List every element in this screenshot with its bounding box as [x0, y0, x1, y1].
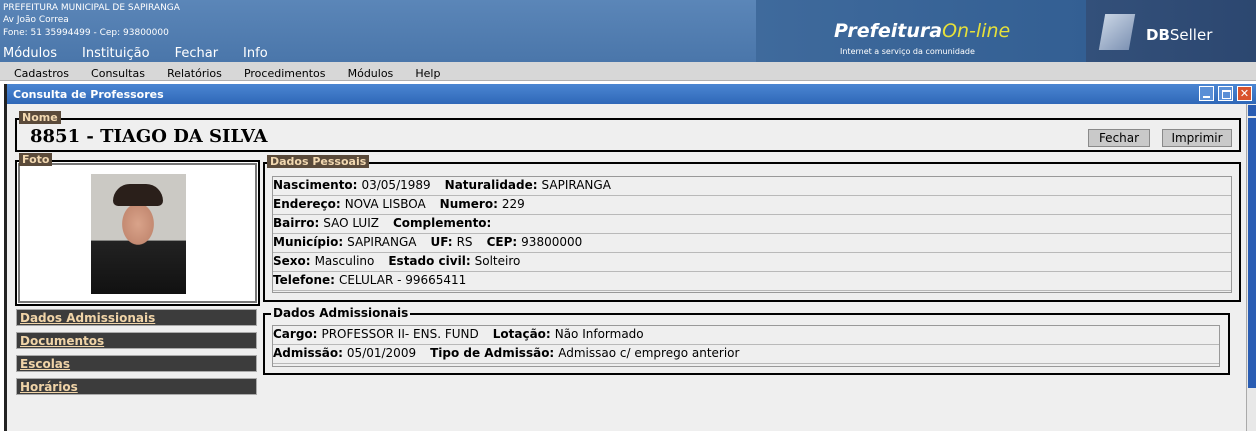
brand-main: Prefeitura [834, 20, 943, 42]
info-row: Município: SAPIRANGA UF: RS CEP: 93800000 [273, 233, 1231, 253]
foto-legend: Foto [19, 153, 53, 166]
minimize-icon[interactable] [1199, 86, 1214, 101]
side-link-escolas[interactable]: Escolas [16, 355, 257, 372]
field-label: Telefone: [273, 273, 335, 287]
scroll-thumb[interactable] [1248, 118, 1256, 388]
side-link-documentos[interactable]: Documentos [16, 332, 257, 349]
close-icon[interactable]: ✕ [1237, 86, 1252, 101]
side-link-label[interactable]: Documentos [20, 333, 104, 349]
dados-pessoais-fieldset: Dados Pessoais Nascimento: 03/05/1989 Natu… [263, 155, 1241, 302]
field-label: Numero: [439, 197, 498, 211]
side-link-horarios[interactable]: Horários [16, 378, 257, 395]
field-label: Município: [273, 235, 344, 249]
nome-legend: Nome [19, 111, 61, 124]
window-title: Consulta de Professores [13, 88, 164, 101]
dados-pessoais-legend: Dados Pessoais [267, 155, 370, 168]
professor-name: 8851 - TIAGO DA SILVA [30, 126, 268, 147]
info-row: Nascimento: 03/05/1989 Naturalidade: SAPIRA… [273, 176, 1231, 196]
menu-bar: Cadastros Consultas Relatórios Procedime… [0, 62, 1256, 81]
side-link-label[interactable]: Escolas [20, 356, 70, 372]
field-value: CELULAR - 99665411 [338, 273, 467, 287]
menubar-cadastros[interactable]: Cadastros [14, 67, 69, 80]
field-value: Admissao c/ emprego anterior [558, 346, 740, 360]
window-titlebar[interactable]: Consulta de Professores ✕ [7, 84, 1256, 104]
field-label: Complemento: [392, 216, 492, 230]
side-link-label[interactable]: Dados Admissionais [20, 310, 155, 326]
prefeitura-online-logo: PrefeituraOn-line Internet a serviço da … [756, 0, 1086, 62]
field-label: Endereço: [273, 197, 341, 211]
field-value: 03/05/1989 [361, 178, 431, 192]
nome-fieldset: Nome 8851 - TIAGO DA SILVA Fechar Imprim… [15, 111, 1241, 152]
dbseller-logo: DBSeller [1086, 0, 1256, 62]
menubar-procedimentos[interactable]: Procedimentos [244, 67, 326, 80]
field-value: PROFESSOR II- ENS. FUND [321, 327, 479, 341]
info-row: Bairro: SAO LUIZ Complemento: [273, 214, 1231, 234]
menubar-modulos[interactable]: Módulos [348, 67, 394, 80]
field-label: CEP: [486, 235, 518, 249]
field-value: NOVA LISBOA [344, 197, 426, 211]
field-label: Estado civil: [388, 254, 471, 268]
info-row: Endereço: NOVA LISBOA Numero: 229 [273, 195, 1231, 215]
menu-info[interactable]: Info [243, 46, 268, 61]
menubar-help[interactable]: Help [415, 67, 440, 80]
consulta-window: Consulta de Professores ✕ Nome 8851 - TI… [4, 84, 1256, 431]
dados-admissionais-legend: Dados Admissionais [271, 306, 411, 320]
field-label: UF: [430, 235, 453, 249]
brand-online: On-line [942, 20, 1011, 42]
field-value: Solteiro [474, 254, 521, 268]
dados-admissionais-fieldset: Dados Admissionais Cargo: PROFESSOR II- E… [263, 306, 1230, 375]
side-link-dados-admissionais[interactable]: Dados Admissionais [16, 309, 257, 326]
info-row: Admissão: 05/01/2009 Tipo de Admissão: Admi… [273, 344, 1219, 364]
field-label: Sexo: [273, 254, 311, 268]
brand-tagline: Internet a serviço da comunidade [840, 47, 975, 56]
field-value: Masculino [314, 254, 375, 268]
menu-modulos[interactable]: Módulos [3, 46, 57, 61]
fechar-button[interactable]: Fechar [1088, 129, 1150, 147]
field-value: SAPIRANGA [541, 178, 611, 192]
org-address: Av João Correa [3, 15, 69, 25]
field-value: 93800000 [521, 235, 583, 249]
field-label: Bairro: [273, 216, 320, 230]
info-row: Telefone: CELULAR - 99665411 [273, 271, 1231, 291]
vertical-scrollbar[interactable] [1246, 104, 1256, 431]
field-label: Lotação: [492, 327, 551, 341]
imprimir-button[interactable]: Imprimir [1162, 129, 1232, 147]
org-contact: Fone: 51 35994499 - Cep: 93800000 [3, 28, 169, 38]
dbseller-logo-icon [1098, 14, 1136, 50]
field-value: SAPIRANGA [347, 235, 417, 249]
field-label: Tipo de Admissão: [430, 346, 555, 360]
dbseller-seller: Seller [1169, 26, 1213, 44]
field-value: SAO LUIZ [323, 216, 379, 230]
app-header: PREFEITURA MUNICIPAL DE SAPIRANGA Av Joã… [0, 0, 1256, 62]
field-value: RS [456, 235, 473, 249]
field-label: Admissão: [273, 346, 343, 360]
menubar-consultas[interactable]: Consultas [91, 67, 145, 80]
info-row: Sexo: Masculino Estado civil: Solteiro [273, 252, 1231, 272]
field-value: 229 [501, 197, 525, 211]
menu-fechar[interactable]: Fechar [175, 46, 218, 61]
menu-instituicao[interactable]: Instituição [82, 46, 150, 61]
menubar-relatorios[interactable]: Relatórios [167, 67, 222, 80]
side-link-label[interactable]: Horários [20, 379, 78, 395]
foto-box: Foto [15, 153, 260, 306]
professor-photo [91, 174, 186, 294]
field-label: Nascimento: [273, 178, 358, 192]
field-value: Não Informado [554, 327, 644, 341]
maximize-icon[interactable] [1218, 86, 1233, 101]
info-row: Cargo: PROFESSOR II- ENS. FUND Lotação: Não… [273, 325, 1219, 345]
dbseller-db: DB [1146, 26, 1170, 44]
top-menu: Módulos Instituição Fechar Info [3, 46, 293, 61]
org-name: PREFEITURA MUNICIPAL DE SAPIRANGA [3, 3, 180, 13]
field-label: Cargo: [273, 327, 318, 341]
field-label: Naturalidade: [444, 178, 538, 192]
scroll-up-icon[interactable] [1248, 105, 1256, 116]
field-value: 05/01/2009 [346, 346, 417, 360]
